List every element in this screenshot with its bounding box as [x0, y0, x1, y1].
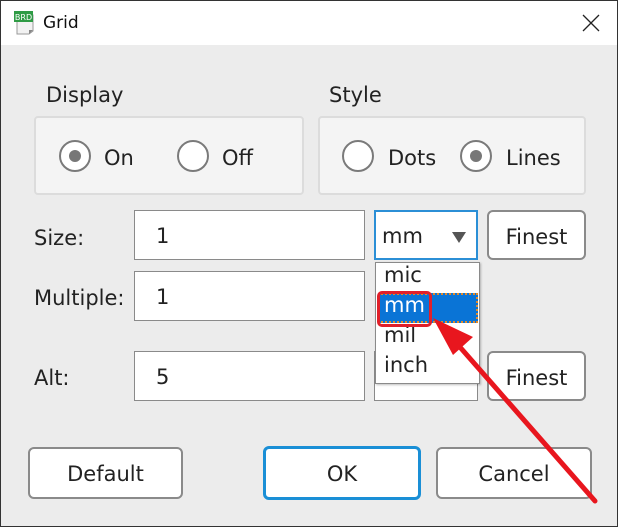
unit-option-mic[interactable]: mic — [378, 263, 478, 293]
title-bar: BRD Grid — [1, 1, 617, 45]
ok-button[interactable]: OK — [263, 446, 421, 500]
size-input[interactable]: 1 — [134, 210, 365, 260]
window-title: Grid — [43, 13, 79, 33]
unit-option-mil[interactable]: mil — [378, 323, 478, 353]
style-lines-label[interactable]: Lines — [506, 146, 561, 170]
default-button[interactable]: Default — [28, 447, 183, 499]
display-off-radio[interactable] — [177, 140, 209, 172]
style-lines-radio[interactable] — [460, 140, 492, 172]
display-on-radio[interactable] — [59, 140, 91, 172]
alt-input[interactable]: 5 — [134, 351, 365, 401]
alt-label: Alt: — [34, 366, 70, 390]
multiple-input[interactable]: 1 — [134, 271, 365, 321]
style-group: Dots Lines — [318, 116, 586, 195]
cancel-button[interactable]: Cancel — [436, 447, 592, 499]
grid-dialog: BRD Grid Display On Off Style Dots Lines… — [0, 0, 618, 527]
size-unit-select[interactable]: mm — [374, 210, 478, 260]
chevron-down-icon — [452, 232, 466, 243]
display-label: Display — [46, 83, 124, 107]
highlight-box — [377, 291, 432, 327]
display-group: On Off — [34, 116, 304, 195]
style-label: Style — [329, 83, 382, 107]
display-on-label[interactable]: On — [104, 146, 134, 170]
brd-file-icon: BRD — [14, 11, 34, 35]
size-label: Size: — [34, 226, 85, 250]
app-icon-text: BRD — [15, 13, 32, 22]
size-unit-value: mm — [382, 224, 423, 248]
size-finest-button[interactable]: Finest — [487, 210, 586, 260]
unit-option-inch[interactable]: inch — [378, 353, 478, 383]
style-dots-radio[interactable] — [342, 140, 374, 172]
alt-finest-button[interactable]: Finest — [487, 351, 586, 401]
close-icon[interactable] — [579, 11, 603, 35]
style-dots-label[interactable]: Dots — [388, 146, 436, 170]
display-off-label[interactable]: Off — [222, 146, 253, 170]
multiple-label: Multiple: — [34, 286, 125, 310]
